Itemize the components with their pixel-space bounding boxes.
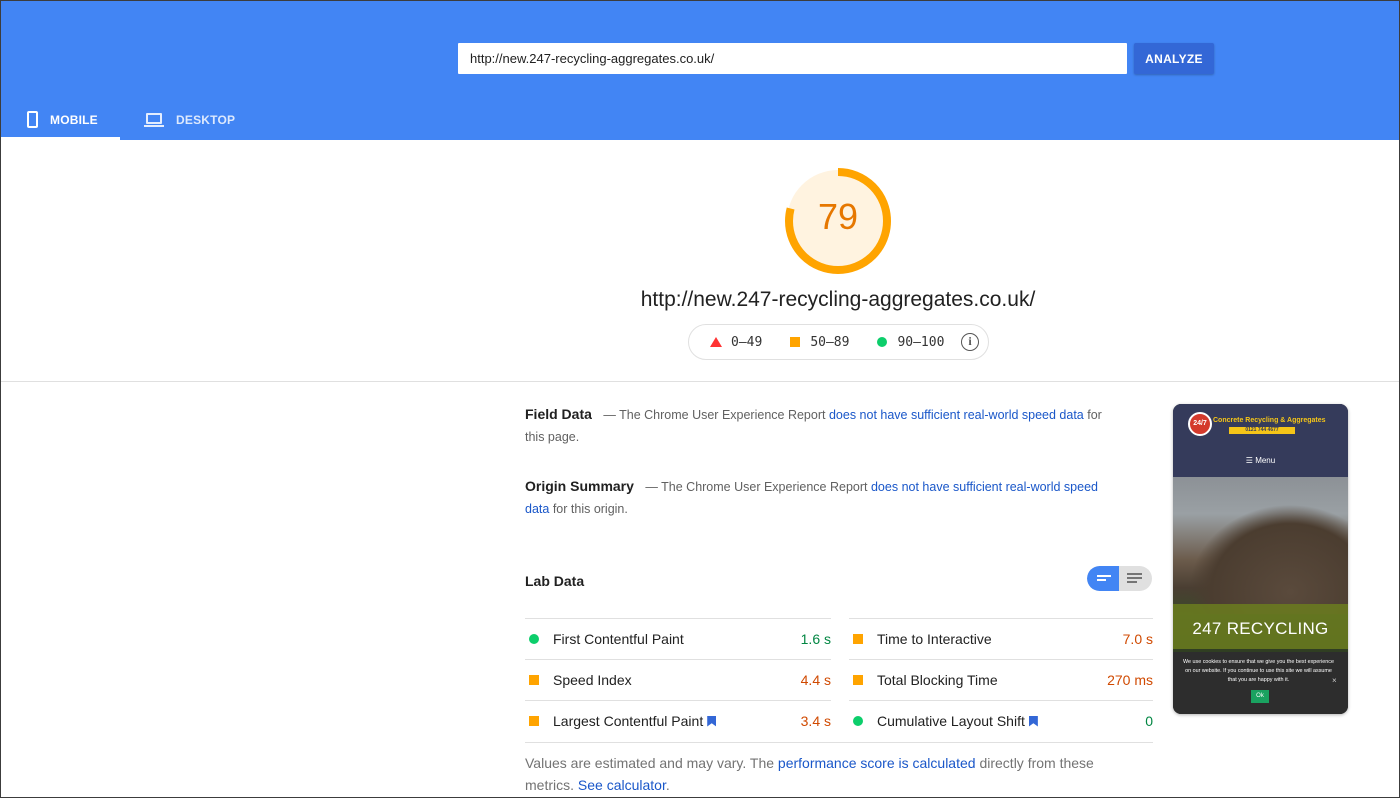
info-icon[interactable]: i <box>961 333 979 351</box>
metric-name: Cumulative Layout Shift <box>877 713 1025 729</box>
field-data-prefix: — The Chrome User Experience Report <box>603 408 826 422</box>
see-calculator-link[interactable]: See calculator <box>578 777 666 793</box>
metric-name: Time to Interactive <box>877 631 992 647</box>
tab-desktop[interactable]: DESKTOP <box>144 99 235 140</box>
pagespeed-window: ANALYZE MOBILE DESKTOP 79 http://new.247… <box>0 0 1400 798</box>
phone-icon <box>27 111 38 128</box>
metric-cumulative-layout-shift: Cumulative Layout Shift 0 <box>849 700 1153 741</box>
performance-score-link[interactable]: performance score is calculated <box>778 755 976 771</box>
circle-icon <box>529 634 539 644</box>
triangle-icon <box>710 337 722 347</box>
note-text-3: . <box>665 777 670 793</box>
tab-desktop-label: DESKTOP <box>176 112 236 127</box>
field-data-link[interactable]: does not have sufficient real-world spee… <box>829 408 1084 422</box>
estimate-note: Values are estimated and may vary. The p… <box>525 752 1125 796</box>
metric-name: Total Blocking Time <box>877 672 998 688</box>
tab-mobile-label: MOBILE <box>50 112 98 127</box>
final-screenshot-thumbnail: 24/7 Concrete Recycling & Aggregates 012… <box>1173 404 1348 714</box>
origin-summary-section: Origin Summary — The Chrome User Experie… <box>525 475 1105 520</box>
analyze-button[interactable]: ANALYZE <box>1134 43 1214 74</box>
analyzed-url: http://new.247-recycling-aggregates.co.u… <box>640 288 1036 311</box>
metrics-view-toggle[interactable] <box>1087 566 1152 591</box>
bookmark-icon[interactable] <box>707 715 717 727</box>
metric-name: First Contentful Paint <box>553 631 684 647</box>
metric-speed-index: Speed Index 4.4 s <box>525 659 831 700</box>
tab-mobile[interactable]: MOBILE <box>1 99 120 140</box>
compact-view-icon[interactable] <box>1087 566 1119 591</box>
thumb-phone: 0121 744 4677 <box>1229 427 1295 434</box>
metric-first-contentful-paint: First Contentful Paint 1.6 s <box>525 618 831 659</box>
metric-name: Largest Contentful Paint <box>553 713 704 729</box>
circle-icon <box>877 337 888 347</box>
circle-icon <box>853 716 863 726</box>
metric-value: 1.6 s <box>800 631 831 647</box>
origin-summary-title: Origin Summary <box>525 478 634 494</box>
note-text-1: Values are estimated and may vary. The <box>525 755 775 771</box>
legend-average: 50–89 <box>790 335 849 350</box>
metric-largest-contentful-paint: Largest Contentful Paint 3.4 s <box>525 700 831 741</box>
legend-average-label: 50–89 <box>810 334 850 350</box>
thumb-brand: Concrete Recycling & Aggregates <box>1213 417 1326 424</box>
origin-summary-suffix: for this origin. <box>552 502 628 516</box>
metric-value: 4.4 s <box>800 672 831 688</box>
bookmark-icon[interactable] <box>1028 715 1038 727</box>
square-icon <box>529 675 539 685</box>
metric-name: Speed Index <box>553 672 632 688</box>
header-bar: ANALYZE MOBILE DESKTOP <box>1 1 1399 140</box>
score-legend: 0–49 50–89 90–100 i <box>688 324 989 360</box>
lab-data-title: Lab Data <box>525 573 585 589</box>
origin-summary-prefix: — The Chrome User Experience Report <box>645 480 868 494</box>
metric-value: 0 <box>1145 713 1153 729</box>
thumb-menu: ☰ Menu <box>1245 456 1276 465</box>
field-data-section: Field Data — The Chrome User Experience … <box>525 403 1105 448</box>
metric-value: 270 ms <box>1107 672 1153 688</box>
thumb-cookie-banner: We use cookies to ensure that we give yo… <box>1173 652 1348 714</box>
url-input[interactable] <box>458 43 1127 74</box>
close-icon: × <box>1332 676 1337 685</box>
score-section: 79 http://new.247-recycling-aggregates.c… <box>1 140 1399 382</box>
metric-time-to-interactive: Time to Interactive 7.0 s <box>849 618 1153 659</box>
square-icon <box>529 716 539 726</box>
legend-pass-label: 90–100 <box>897 334 945 350</box>
laptop-icon <box>144 112 164 127</box>
legend-fail-label: 0–49 <box>731 334 763 350</box>
metric-value: 7.0 s <box>1122 631 1153 647</box>
divider <box>525 742 1153 743</box>
thumb-aggregate-pile <box>1188 504 1348 614</box>
square-icon <box>853 675 863 685</box>
square-icon <box>853 634 863 644</box>
thumb-ok-button: Ok <box>1251 690 1269 703</box>
square-icon <box>790 337 801 347</box>
score-value: 79 <box>817 196 859 237</box>
metric-total-blocking-time: Total Blocking Time 270 ms <box>849 659 1153 700</box>
thumb-logo: 24/7 <box>1188 412 1212 436</box>
legend-pass: 90–100 <box>877 335 944 350</box>
metric-value: 3.4 s <box>800 713 831 729</box>
field-data-title: Field Data <box>525 406 592 422</box>
thumb-headline: 247 RECYCLING <box>1192 619 1329 638</box>
legend-fail: 0–49 <box>710 335 762 350</box>
